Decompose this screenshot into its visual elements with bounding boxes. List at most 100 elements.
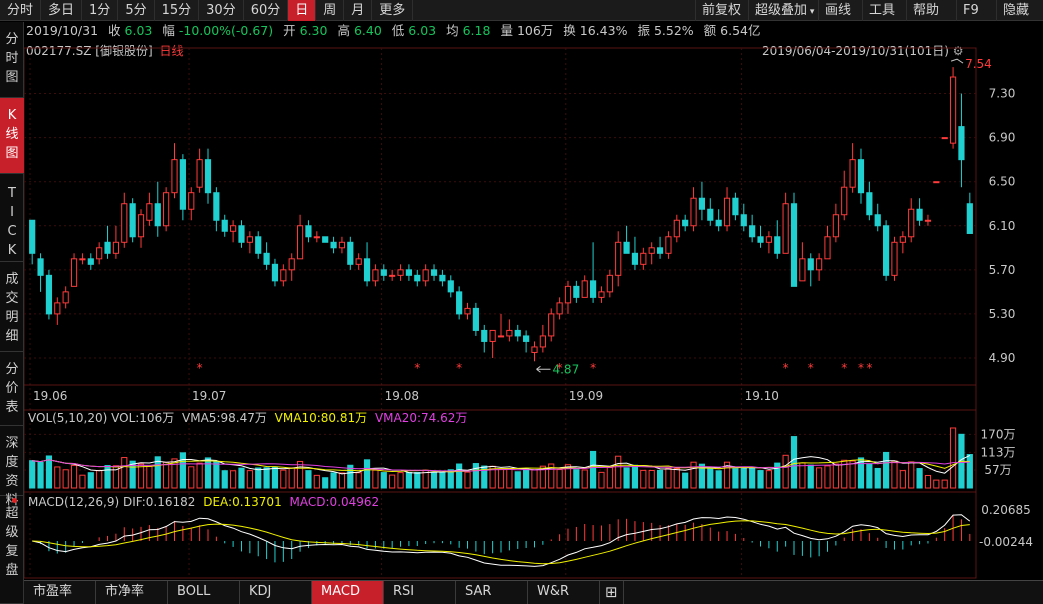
period-tab-5[interactable]: 30分 xyxy=(199,0,244,21)
side-tab-2[interactable]: TICK xyxy=(0,174,24,262)
period-tab-10[interactable]: 更多 xyxy=(372,0,414,21)
vol-value: 106万 xyxy=(516,23,554,38)
candle-body xyxy=(732,197,739,216)
open-value: 6.30 xyxy=(299,23,328,38)
candle-body xyxy=(196,159,203,188)
candle-body xyxy=(908,208,915,238)
dea-value: DEA:0.13701 xyxy=(203,495,282,509)
candle-body xyxy=(129,203,136,238)
volume-bar xyxy=(255,467,262,489)
candle-body xyxy=(506,329,513,337)
indicator-tab-0[interactable]: 市盈率 xyxy=(24,581,96,604)
volume-bar xyxy=(949,427,957,489)
indicator-tab-5[interactable]: RSI xyxy=(384,581,456,604)
toolbar-right-2[interactable]: 画线 xyxy=(818,0,857,21)
candle-body xyxy=(154,203,161,227)
period-tab-8[interactable]: 周 xyxy=(316,0,345,21)
open-label: 开 xyxy=(283,23,296,38)
candle-body xyxy=(723,197,731,227)
toolbar-right-1[interactable]: 超级叠加 ▾ xyxy=(748,0,820,21)
dif-value: DIF:0.16182 xyxy=(122,495,196,509)
candle-body xyxy=(874,214,881,227)
candle-body xyxy=(405,269,413,276)
volume-bar xyxy=(573,469,580,489)
indicator-tab-6[interactable]: SAR xyxy=(456,581,528,604)
candle-body xyxy=(322,236,329,243)
candle-body xyxy=(933,181,940,184)
toolbar-right-3[interactable]: 工具 xyxy=(862,0,901,21)
indicator-tab-3[interactable]: KDJ xyxy=(240,581,312,604)
volume-bar xyxy=(782,454,789,489)
volume-bar xyxy=(188,466,195,489)
date-tick-label: 19.07 xyxy=(192,389,226,403)
period-tab-3[interactable]: 5分 xyxy=(118,0,155,21)
period-tab-4[interactable]: 15分 xyxy=(155,0,200,21)
volume-bar xyxy=(807,464,814,489)
volume-bar xyxy=(296,460,304,489)
period-tab-9[interactable]: 月 xyxy=(344,0,373,21)
candle-body xyxy=(514,329,521,337)
add-indicator-icon[interactable]: ⊞ xyxy=(600,581,624,604)
low-value: 6.03 xyxy=(408,23,437,38)
side-tab-3[interactable]: 成交明细 xyxy=(0,262,24,352)
event-star-icon: * xyxy=(590,361,596,375)
indicator-tab-7[interactable]: W&R xyxy=(528,581,600,604)
candle-body xyxy=(556,302,563,315)
candle-body xyxy=(62,291,69,304)
side-tab-5[interactable]: 深度资料 xyxy=(0,426,24,508)
volume-bar xyxy=(640,469,647,489)
indicator-tab-2[interactable]: BOLL xyxy=(168,581,240,604)
volume-bar xyxy=(966,454,973,489)
volume-bar xyxy=(238,467,245,489)
min-price-pointer xyxy=(536,365,551,373)
candle-body xyxy=(37,258,44,276)
candle-body xyxy=(188,192,195,210)
volume-bar xyxy=(749,467,756,489)
period-tab-6[interactable]: 60分 xyxy=(244,0,289,21)
candle-body xyxy=(816,258,823,271)
candle-body xyxy=(338,241,346,249)
candle-body xyxy=(456,291,463,315)
candle-body xyxy=(573,285,580,298)
volume-bar xyxy=(866,463,873,489)
side-tab-0[interactable]: 分时图 xyxy=(0,22,24,98)
candle-body xyxy=(255,236,262,254)
volume-bar xyxy=(430,472,438,489)
volume-bar xyxy=(246,470,253,489)
toolbar-right-5[interactable]: F9 xyxy=(956,0,985,21)
candle-body xyxy=(832,214,839,238)
vma10-value: VMA10:80.81万 xyxy=(274,411,368,425)
candle-body xyxy=(246,236,253,243)
period-tab-7[interactable]: 日 xyxy=(288,0,317,21)
candle-body xyxy=(682,219,689,227)
macd-tick-label: 0.20685 xyxy=(981,503,1031,517)
volume-bar xyxy=(313,474,320,489)
period-tab-2[interactable]: 1分 xyxy=(82,0,119,21)
period-tab-0[interactable]: 分时 xyxy=(0,0,42,21)
side-tab-1[interactable]: K线图 xyxy=(0,98,24,174)
toolbar-right-6[interactable]: 隐藏 xyxy=(996,0,1035,21)
change-label: 幅 xyxy=(162,23,175,38)
toolbar-right-4[interactable]: 帮助 xyxy=(906,0,945,21)
side-tab-6[interactable]: 超级复盘 xyxy=(0,496,24,604)
indicator-tab-4[interactable]: MACD xyxy=(312,581,384,604)
volume-bar xyxy=(305,470,312,489)
candle-body xyxy=(263,252,270,265)
volume-bar xyxy=(464,471,471,489)
candle-body xyxy=(213,192,220,221)
volume-bar xyxy=(456,463,463,489)
candle-body xyxy=(849,159,856,188)
candle-body xyxy=(464,307,471,315)
candle-body xyxy=(497,335,505,338)
indicator-tab-1[interactable]: 市净率 xyxy=(96,581,168,604)
volume-bar xyxy=(883,451,890,489)
candle-body xyxy=(447,280,454,293)
toolbar-right-0[interactable]: 前复权 xyxy=(695,0,747,21)
notification-dot-icon xyxy=(12,498,17,503)
volume-bar xyxy=(137,463,145,489)
max-price-pointer xyxy=(950,58,964,64)
period-tab-1[interactable]: 多日 xyxy=(41,0,83,21)
volume-bar xyxy=(397,472,404,489)
date-tick-label: 19.08 xyxy=(385,389,419,403)
side-tab-4[interactable]: 分价表 xyxy=(0,352,24,426)
